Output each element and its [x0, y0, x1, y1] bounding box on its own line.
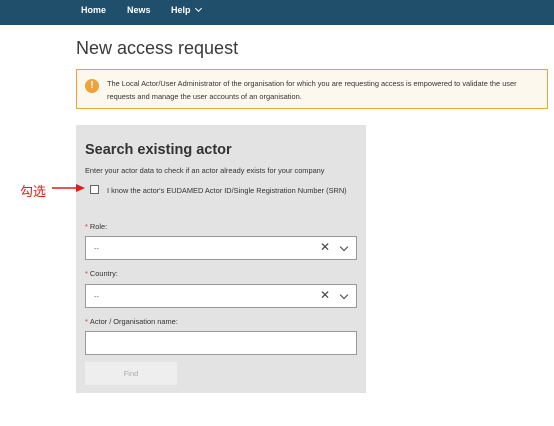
role-field-label: * Role: — [85, 222, 107, 231]
nav-help-label: Help — [171, 5, 191, 15]
page-title: New access request — [76, 38, 239, 58]
clear-icon[interactable]: ✕ — [320, 240, 330, 254]
find-button[interactable]: Find — [85, 362, 177, 385]
chevron-down-icon — [194, 4, 202, 13]
required-mark: * — [85, 222, 88, 231]
role-label-text: Role: — [89, 222, 108, 231]
clear-icon[interactable]: ✕ — [320, 288, 330, 302]
role-select[interactable]: -- ✕ — [85, 236, 357, 260]
nav-help-menu[interactable]: Help — [171, 4, 202, 15]
srn-checkbox-label[interactable]: I know the actor's EUDAMED Actor ID/Sing… — [107, 184, 357, 197]
role-select-value: -- — [94, 244, 99, 253]
annotation-label: 勾选 — [20, 185, 47, 200]
nav-home-link[interactable]: Home — [81, 5, 106, 15]
country-field-label: * Country: — [85, 269, 118, 278]
chevron-down-icon[interactable] — [339, 242, 349, 252]
required-mark: * — [85, 317, 88, 326]
exclamation-icon: ! — [85, 79, 99, 93]
country-select[interactable]: -- ✕ — [85, 284, 357, 308]
actor-name-input[interactable] — [85, 331, 357, 355]
actor-name-field-label: * Actor / Organisation name: — [85, 317, 178, 326]
actor-name-label-text: Actor / Organisation name: — [89, 317, 178, 326]
top-navigation-bar: Home News Help — [0, 0, 554, 25]
chevron-down-icon[interactable] — [339, 290, 349, 300]
panel-title: Search existing actor — [85, 142, 232, 158]
country-label-text: Country: — [89, 269, 118, 278]
required-mark: * — [85, 269, 88, 278]
country-select-value: -- — [94, 292, 99, 301]
nav-news-link[interactable]: News — [127, 5, 151, 15]
info-notice: ! The Local Actor/User Administrator of … — [76, 69, 548, 109]
search-actor-panel: Search existing actor Enter your actor d… — [76, 125, 366, 393]
srn-checkbox[interactable] — [90, 185, 99, 194]
panel-description: Enter your actor data to check if an act… — [85, 166, 325, 175]
info-notice-text: The Local Actor/User Administrator of th… — [107, 79, 517, 101]
annotation-arrow-icon — [52, 184, 85, 192]
